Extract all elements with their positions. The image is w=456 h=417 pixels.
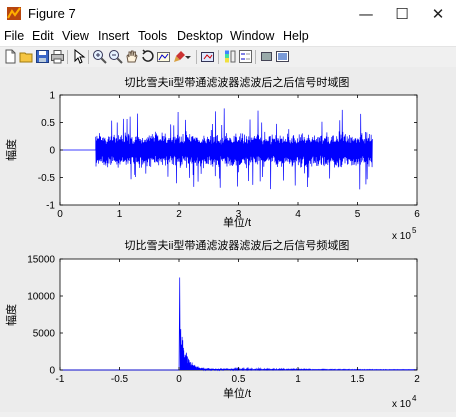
plot2-ytick-label: 15000 xyxy=(27,255,55,266)
window-title: Figure 7 xyxy=(28,6,76,21)
menu-insert[interactable]: Insert xyxy=(98,29,129,43)
close-button[interactable]: ✕ xyxy=(420,0,456,28)
edit-plot-arrow-icon[interactable] xyxy=(71,49,86,64)
plot2-xtick-label: -1 xyxy=(56,374,65,385)
menu-edit[interactable]: Edit xyxy=(32,29,54,43)
plot2-x-exponent: x 10 xyxy=(392,399,411,410)
legend-icon[interactable] xyxy=(238,49,253,64)
plot2-title: 切比雪夫ii型带通滤波器滤波后之后信号频域图 xyxy=(125,238,350,252)
toolbar-separator xyxy=(218,50,219,64)
plot1-ytick-label: -0.5 xyxy=(38,173,56,184)
plot1-ytick-label: 0.5 xyxy=(41,118,55,129)
plot2-xtick-label: 0 xyxy=(176,374,182,385)
plot1-ylabel: 幅度 xyxy=(4,139,18,161)
colorbar-icon[interactable] xyxy=(222,49,237,64)
figure-toolbar xyxy=(0,46,456,68)
maximize-button[interactable]: ☐ xyxy=(384,0,420,28)
toolbar-separator xyxy=(196,50,197,64)
plot1-xtick-label: 1 xyxy=(117,209,123,220)
save-icon[interactable] xyxy=(35,49,50,64)
plot2-ytick-label: 0 xyxy=(49,366,55,377)
toolbar-separator xyxy=(67,50,68,64)
plot2-xtick-label: 2 xyxy=(414,374,420,385)
plot2-x-exponent-power: 4 xyxy=(412,394,417,403)
plot1-xtick-label: 4 xyxy=(295,209,301,220)
plot2-xlabel: 单位/t xyxy=(223,386,251,400)
plot1-xtick-label: 2 xyxy=(176,209,182,220)
plot1-ytick-label: 1 xyxy=(49,91,55,102)
show-plot-tools-icon[interactable] xyxy=(275,49,290,64)
hide-plot-tools-icon[interactable] xyxy=(259,49,274,64)
rotate-3d-icon[interactable] xyxy=(140,49,155,64)
pan-hand-icon[interactable] xyxy=(124,49,139,64)
title-bar: Figure 7 — ☐ ✕ xyxy=(0,0,456,28)
figure-plots: 切比雪夫ii型带通滤波器滤波后之后信号时域图 0 1 2 3 4 5 6-1-0.500.5… xyxy=(4,75,420,410)
plot1-x-exponent-power: 5 xyxy=(412,226,417,235)
plot2-ytick-label: 5000 xyxy=(33,329,56,340)
toolbar-separator xyxy=(255,50,256,64)
minimize-button[interactable]: — xyxy=(348,0,384,28)
plot2-xtick-label: 0.5 xyxy=(232,374,246,385)
menu-bar: File Edit View Insert Tools Desktop Wind… xyxy=(0,28,456,46)
menu-window[interactable]: Window xyxy=(230,29,274,43)
plot2-xtick-label: -0.5 xyxy=(111,374,129,385)
zoom-out-icon[interactable] xyxy=(108,49,123,64)
plot1-xtick-label: 5 xyxy=(355,209,361,220)
plot2-ylabel: 幅度 xyxy=(4,304,18,326)
plot1-ytick-label: -1 xyxy=(46,201,55,212)
menu-desktop[interactable]: Desktop xyxy=(177,29,223,43)
plot1-xtick-label: 0 xyxy=(57,209,63,220)
menu-help[interactable]: Help xyxy=(283,29,309,43)
zoom-in-icon[interactable] xyxy=(92,49,107,64)
menu-tools[interactable]: Tools xyxy=(138,29,167,43)
plot1-ytick-label: 0 xyxy=(49,146,55,157)
print-icon[interactable] xyxy=(50,49,65,64)
link-plot-icon[interactable] xyxy=(200,49,215,64)
plot1-xlabel: 单位/t xyxy=(223,215,251,229)
toolbar-separator xyxy=(88,50,89,64)
plot2-axes[interactable] xyxy=(59,258,418,371)
plot1-title: 切比雪夫ii型带通滤波器滤波后之后信号时域图 xyxy=(125,75,350,89)
matlab-figure-icon xyxy=(7,7,21,20)
menu-file[interactable]: File xyxy=(4,29,24,43)
menu-view[interactable]: View xyxy=(62,29,89,43)
data-cursor-icon[interactable] xyxy=(156,49,171,64)
new-figure-icon[interactable] xyxy=(3,49,18,64)
plot1-x-exponent: x 10 xyxy=(392,231,411,242)
open-file-icon[interactable] xyxy=(19,49,34,64)
brush-dropdown-icon[interactable] xyxy=(184,49,192,64)
plot1-xtick-label: 6 xyxy=(414,209,420,220)
plot2-ytick-label: 10000 xyxy=(27,292,55,303)
plot2-xtick-label: 1 xyxy=(295,374,301,385)
plot2-xtick-label: 1.5 xyxy=(351,374,365,385)
figure-canvas: 切比雪夫ii型带通滤波器滤波后之后信号时域图 0 1 2 3 4 5 6 -1 -0.5 0 0.5… xyxy=(0,67,456,412)
